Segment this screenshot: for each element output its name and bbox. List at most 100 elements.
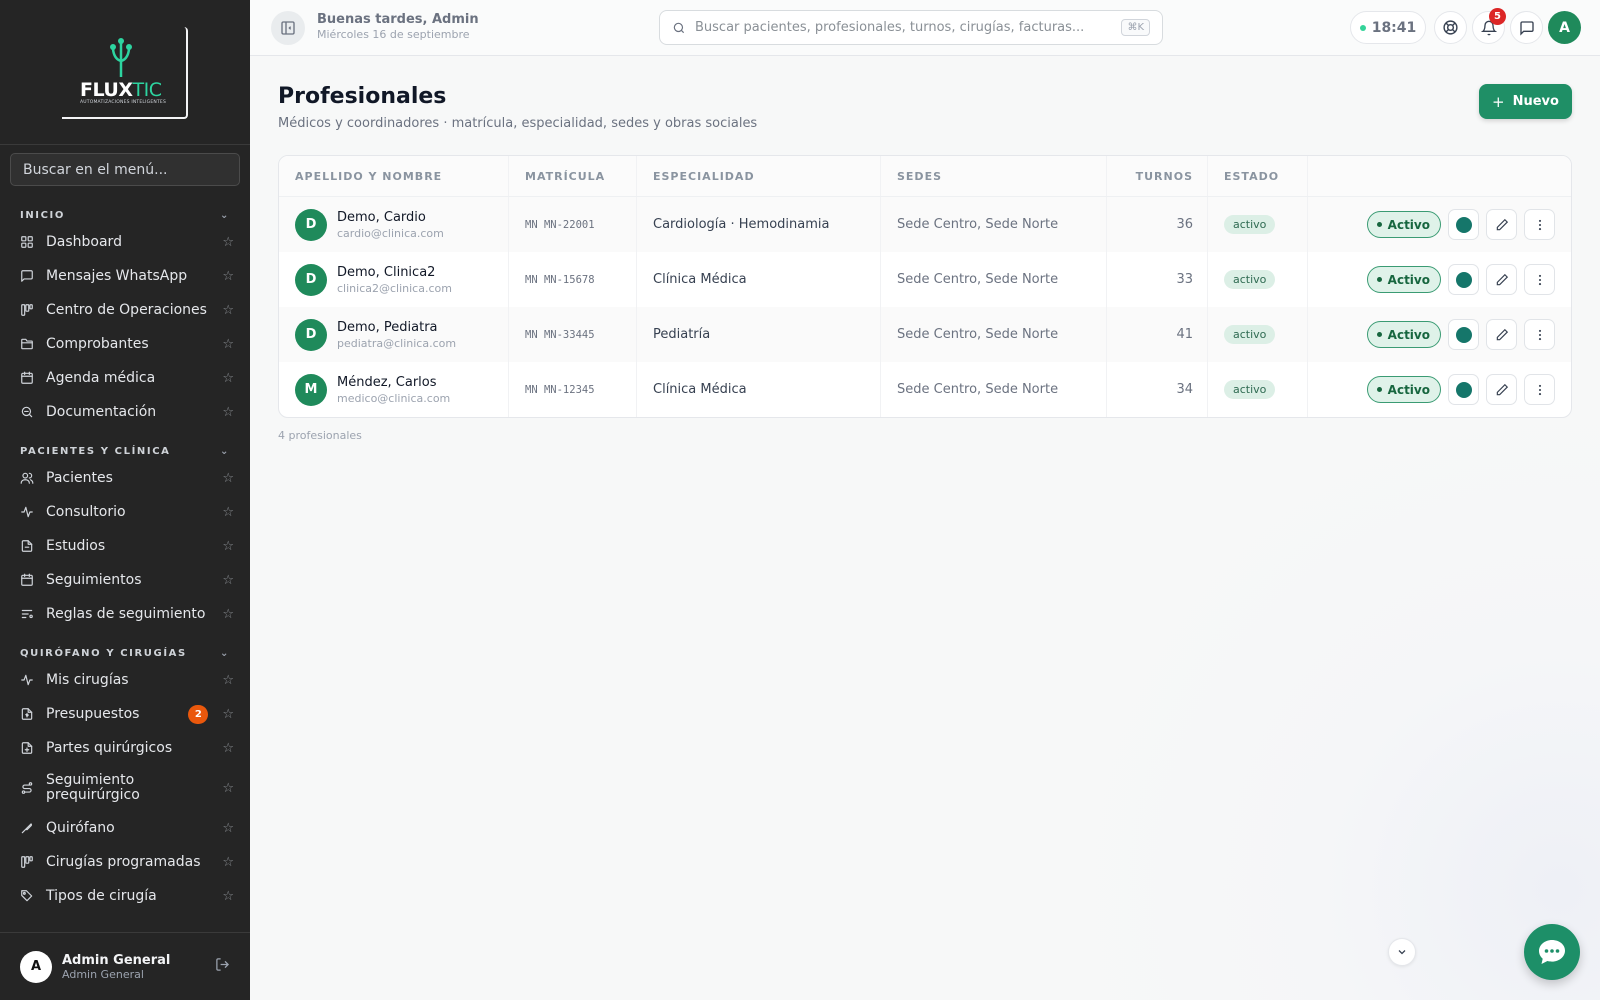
lifebuoy-icon — [1443, 20, 1458, 35]
logout-icon[interactable] — [215, 957, 230, 976]
sidebar-item-pacientes[interactable]: Pacientes ☆ — [0, 461, 250, 495]
professional-name[interactable]: Demo, Clinica2 — [337, 265, 452, 280]
nav-section-header[interactable]: QUIRÓFANO Y CIRUGÍAS ⌄ — [0, 643, 250, 663]
star-icon[interactable]: ☆ — [222, 303, 234, 318]
sidebar-item-presupuestos[interactable]: Presupuestos 2 ☆ — [0, 697, 250, 731]
table-row[interactable]: D Demo, Cardio cardio@clinica.com MN MN-220… — [279, 197, 1571, 252]
chevron-down-icon: ⌄ — [220, 647, 230, 659]
nav-section-1: INICIO ⌄ Dashboard ☆ Mensajes WhatsApp ☆ Centr… — [0, 205, 250, 429]
sidebar-item-reglas-de-seguimiento[interactable]: Reglas de seguimiento ☆ — [0, 597, 250, 631]
active-toggle-button[interactable]: Activo — [1366, 376, 1441, 403]
star-icon[interactable]: ☆ — [222, 573, 234, 588]
active-toggle-button[interactable]: Activo — [1366, 266, 1441, 293]
star-icon[interactable]: ☆ — [222, 471, 234, 486]
active-dot — [1376, 332, 1382, 337]
nav-section-header[interactable]: PACIENTES Y CLÍNICA ⌄ — [0, 441, 250, 461]
help-button[interactable] — [1434, 11, 1467, 44]
sidebar-item-consultorio[interactable]: Consultorio ☆ — [0, 495, 250, 529]
star-icon[interactable]: ☆ — [222, 855, 234, 870]
star-icon[interactable]: ☆ — [222, 707, 234, 722]
greeting-text: Buenas tardes, Admin — [317, 12, 479, 27]
active-toggle-button[interactable]: Activo — [1366, 211, 1441, 238]
more-options-button[interactable] — [1524, 209, 1555, 240]
chat-fab-button[interactable] — [1524, 924, 1580, 980]
star-icon[interactable]: ☆ — [222, 371, 234, 386]
sidebar-item-estudios[interactable]: Estudios ☆ — [0, 529, 250, 563]
count-badge: 2 — [188, 704, 209, 724]
sidebar-item-tipos-de-cirugia[interactable]: Tipos de cirugía ☆ — [0, 879, 250, 913]
sidebar-item-partes-quirurgicos[interactable]: Partes quirúrgicos ☆ — [0, 731, 250, 765]
cell-matricula: MN MN-15678 — [509, 252, 637, 307]
table-row[interactable]: D Demo, Clinica2 clinica2@clinica.com MN MN… — [279, 252, 1571, 307]
edit-button[interactable] — [1486, 319, 1517, 350]
cell-actions: Activo — [1308, 252, 1571, 307]
sidebar-item-centro-de-operaciones[interactable]: Centro de Operaciones ☆ — [0, 293, 250, 327]
sidebar-item-dashboard[interactable]: Dashboard ☆ — [0, 225, 250, 259]
user-avatar-button[interactable]: A — [1548, 11, 1581, 44]
color-button[interactable] — [1448, 209, 1479, 240]
table-row[interactable]: D Demo, Pediatra pediatra@clinica.com MN MN… — [279, 307, 1571, 362]
sidebar-item-agenda-medica[interactable]: Agenda médica ☆ — [0, 361, 250, 395]
new-professional-button[interactable]: + Nuevo — [1479, 84, 1572, 119]
sidebar-item-seguimientos[interactable]: Seguimientos ☆ — [0, 563, 250, 597]
star-icon[interactable]: ☆ — [222, 539, 234, 554]
more-options-button[interactable] — [1524, 319, 1555, 350]
sidebar-item-comprobantes[interactable]: Comprobantes ☆ — [0, 327, 250, 361]
color-button[interactable] — [1448, 264, 1479, 295]
sidebar-item-mis-cirugias[interactable]: Mis cirugías ☆ — [0, 663, 250, 697]
column-header-matricula[interactable]: MATRÍCULA — [509, 156, 637, 196]
messages-button[interactable] — [1510, 11, 1543, 44]
star-icon[interactable]: ☆ — [222, 505, 234, 520]
sidebar-item-mensajes-whatsapp[interactable]: Mensajes WhatsApp ☆ — [0, 259, 250, 293]
star-icon[interactable]: ☆ — [222, 235, 234, 250]
column-header-sedes[interactable]: SEDES — [881, 156, 1107, 196]
sidebar-item-seguimiento-prequirurgico[interactable]: Seguimiento prequirúrgico ☆ — [0, 765, 250, 811]
star-icon[interactable]: ☆ — [222, 607, 234, 622]
star-icon[interactable]: ☆ — [222, 337, 234, 352]
rules-icon — [20, 607, 34, 621]
professionals-table: APELLIDO Y NOMBRE MATRÍCULA ESPECIALIDAD… — [278, 155, 1572, 418]
menu-search-input[interactable]: Buscar en el menú... — [10, 153, 240, 186]
edit-button[interactable] — [1486, 209, 1517, 240]
star-icon[interactable]: ☆ — [222, 269, 234, 284]
column-header-turnos[interactable]: TURNOS — [1107, 156, 1208, 196]
edit-button[interactable] — [1486, 264, 1517, 295]
global-search-input[interactable]: Buscar pacientes, profesionales, turnos,… — [659, 10, 1163, 45]
edit-button[interactable] — [1486, 374, 1517, 405]
table-row[interactable]: M Méndez, Carlos medico@clinica.com MN MN-1… — [279, 362, 1571, 417]
search-placeholder: Buscar pacientes, profesionales, turnos,… — [695, 20, 1085, 35]
star-icon[interactable]: ☆ — [222, 821, 234, 836]
star-icon[interactable]: ☆ — [222, 781, 234, 796]
column-header-estado[interactable]: ESTADO — [1208, 156, 1308, 196]
professional-name[interactable]: Demo, Cardio — [337, 210, 444, 225]
sidebar-item-label: Centro de Operaciones — [46, 302, 207, 318]
chevron-down-icon: ⌄ — [220, 209, 230, 221]
panel-left-icon — [281, 21, 295, 35]
sidebar-item-quirofano[interactable]: Quirófano ☆ — [0, 811, 250, 845]
sidebar-toggle-button[interactable] — [271, 11, 305, 45]
column-header-name[interactable]: APELLIDO Y NOMBRE — [279, 156, 509, 196]
user-avatar[interactable]: A — [20, 950, 52, 983]
star-icon[interactable]: ☆ — [222, 405, 234, 420]
sidebar-item-label: Comprobantes — [46, 336, 149, 352]
color-button[interactable] — [1448, 319, 1479, 350]
column-header-especialidad[interactable]: ESPECIALIDAD — [637, 156, 881, 196]
professional-name[interactable]: Demo, Pediatra — [337, 320, 456, 335]
star-icon[interactable]: ☆ — [222, 741, 234, 756]
cell-turnos: 41 — [1107, 307, 1208, 362]
sidebar-item-documentacion[interactable]: Documentación ☆ — [0, 395, 250, 429]
nav-section-header[interactable]: INICIO ⌄ — [0, 205, 250, 225]
active-toggle-button[interactable]: Activo — [1366, 321, 1441, 348]
cell-matricula: MN MN-12345 — [509, 362, 637, 417]
scroll-down-button[interactable] — [1388, 938, 1416, 966]
more-options-button[interactable] — [1524, 264, 1555, 295]
star-icon[interactable]: ☆ — [222, 673, 234, 688]
fluxtic-logo[interactable]: FLUXTIC AUTOMATIZACIONES INTELIGENTES — [62, 27, 188, 119]
active-dot — [1376, 387, 1382, 392]
professional-name[interactable]: Méndez, Carlos — [337, 375, 450, 390]
star-icon[interactable]: ☆ — [222, 889, 234, 904]
color-button[interactable] — [1448, 374, 1479, 405]
sidebar-item-label: Estudios — [46, 538, 106, 554]
more-options-button[interactable] — [1524, 374, 1555, 405]
sidebar-item-cirugias-programadas[interactable]: Cirugías programadas ☆ — [0, 845, 250, 879]
